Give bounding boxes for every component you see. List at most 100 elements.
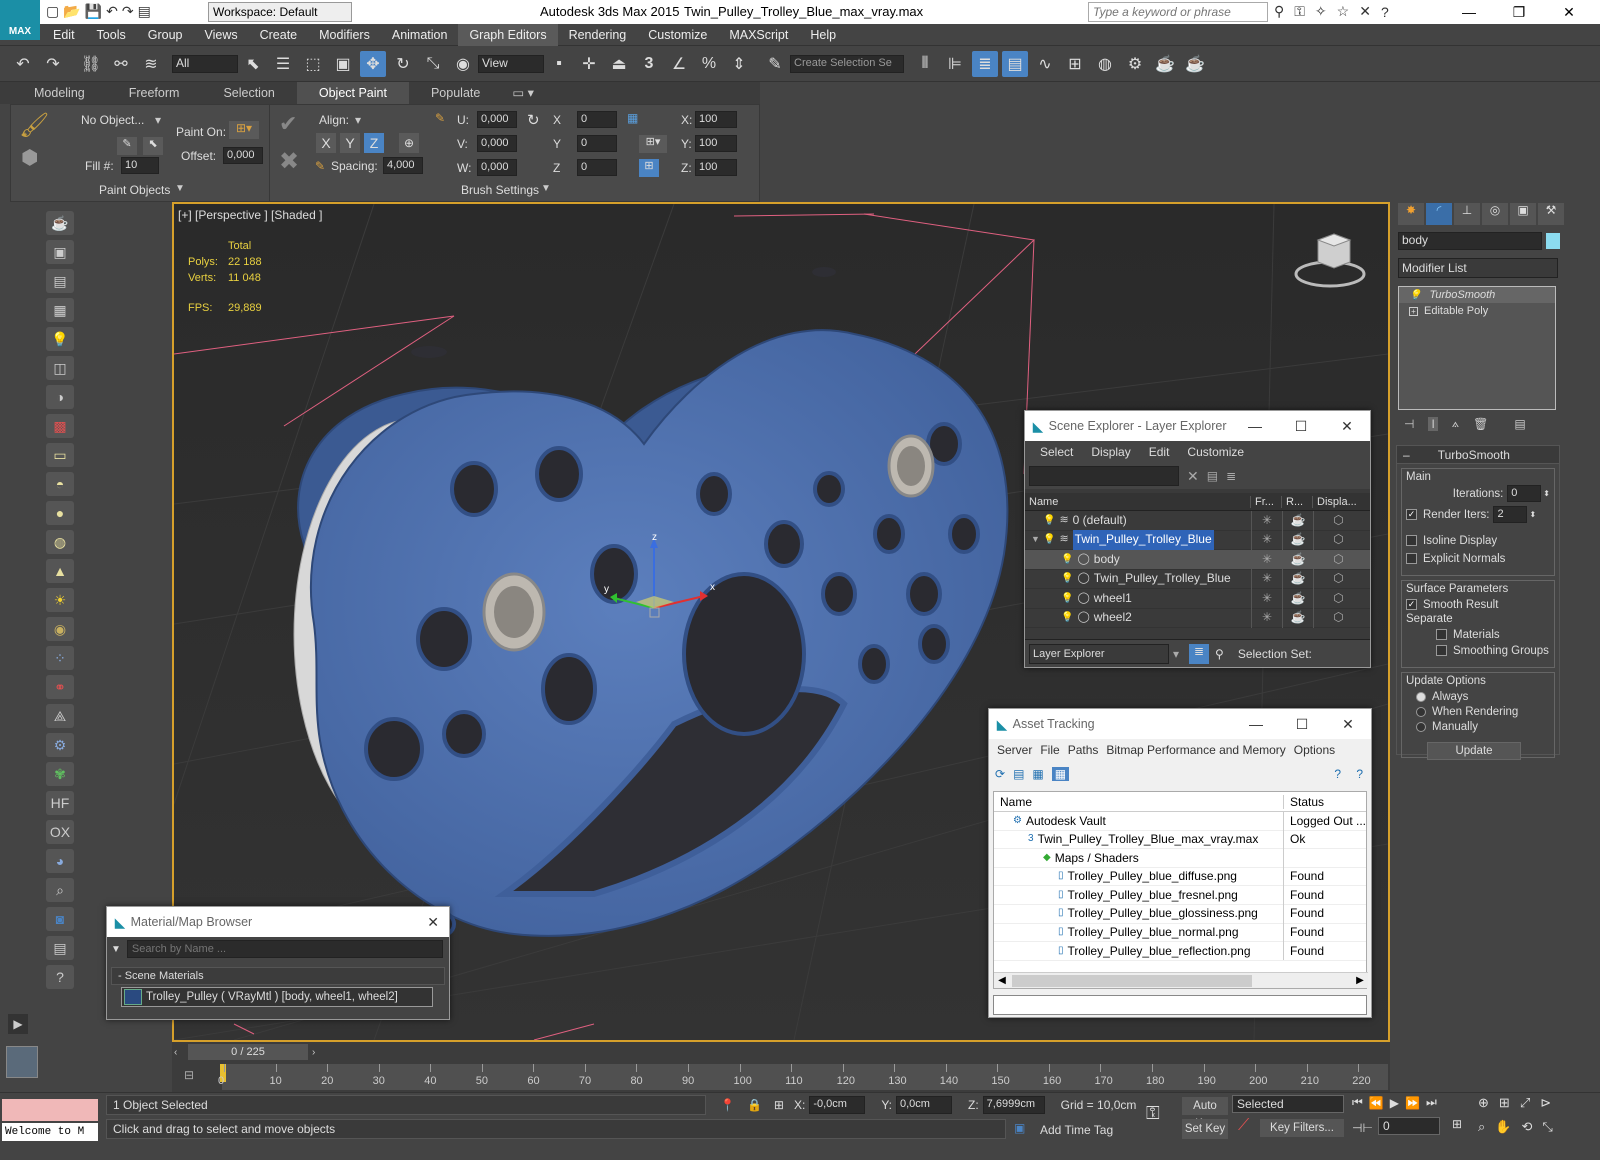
display-mode-icon[interactable]: ⬡ [1313,569,1363,589]
renderable-teapot-icon[interactable]: ☕ [1282,588,1313,608]
scale-y-spinner[interactable]: 100 [695,135,737,152]
visibility-bulb-icon[interactable]: 💡 [1061,569,1073,589]
time-slider-next-icon[interactable]: › [312,1047,326,1058]
grid-icon[interactable]: ▦ [46,298,74,322]
move-icon[interactable]: ✥ [360,50,386,77]
key-filters-button[interactable]: Key Filters... [1260,1119,1344,1137]
fill-spinner[interactable]: 10 [121,157,159,174]
scene-menu-display[interactable]: Display [1082,445,1139,459]
scale-mode-icon[interactable]: ⊞▾ [639,135,667,153]
scale-x-spinner[interactable]: 100 [695,111,737,128]
workspace-dropdown[interactable]: Workspace: Default [208,2,352,22]
renderable-teapot-icon[interactable]: ☕ [1282,549,1313,569]
scene-explorer-icon[interactable]: ▤ [1002,50,1028,77]
key-mode-icon[interactable]: ⚿ [1146,1103,1160,1124]
paint-brush-icon[interactable]: 🖌 [19,111,55,141]
materials-checkbox[interactable] [1436,629,1447,641]
track-bar-filter-icon[interactable]: ⊟ [184,1068,194,1082]
angle-snap-icon[interactable]: ∠ [666,51,692,77]
render-production-icon[interactable]: ☕ [1182,51,1208,77]
asset-path-field[interactable] [993,995,1367,1015]
minimize-icon[interactable]: — [1444,4,1494,20]
x-exchange-icon[interactable]: ✕ [1359,3,1371,20]
asset-tracking-titlebar[interactable]: ◣ Asset Tracking — ☐ ✕ [989,709,1371,739]
x-coord-field[interactable]: -0,0cm [809,1096,866,1114]
pivot-center-icon[interactable]: ▪ [546,51,572,77]
absolute-mode-icon[interactable]: ⊞ [774,1098,784,1112]
smooth-result-checkbox[interactable]: ✓ [1406,599,1417,611]
orbit-icon[interactable]: ⟲ [1521,1119,1532,1135]
explorer-type-dropdown[interactable]: Layer Explorer [1029,643,1169,664]
renderable-teapot-icon[interactable]: ☕ [1282,608,1313,628]
key-icon[interactable]: ⚿ [1294,3,1305,20]
scale-icon[interactable]: ▦ [627,111,638,125]
column-render[interactable]: R... [1282,495,1313,508]
show-end-result-icon[interactable]: I [1428,416,1438,431]
menu-maxscript[interactable]: MAXScript [718,24,799,46]
tab-freeform[interactable]: Freeform [107,82,202,104]
table-view-icon[interactable]: ▦ [1032,767,1043,781]
display-mode-icon[interactable]: ⬡ [1313,530,1363,550]
document-icon[interactable]: ▤ [46,269,74,293]
remove-modifier-icon[interactable]: 🗑 [1473,417,1488,431]
freeze-snowflake-icon[interactable]: ✳ [1251,588,1282,608]
when-rendering-radio[interactable] [1416,706,1426,717]
asset-row[interactable]: ▯ Trolley_Pulley_blue_glossiness.png Found [994,904,1366,924]
grid-view-icon[interactable]: ▦ [1051,767,1070,781]
percent-snap-icon[interactable]: % [696,51,722,77]
render-icon[interactable]: ◙ [46,907,74,931]
place-icon[interactable]: ◉ [450,51,476,77]
key-mode-toggle-icon[interactable]: ⊣⊢ [1352,1121,1373,1135]
rotate-icon[interactable]: ↻ [390,51,416,77]
asset-horizontal-scrollbar[interactable]: ◀ ▶ [994,972,1368,988]
set-key-icon[interactable]: ⟋ [1238,1117,1249,1135]
help-circle-icon[interactable]: ? [46,965,74,989]
y-coord-field[interactable]: 0,0cm [896,1096,952,1114]
new-file-icon[interactable]: ▢ [46,3,59,20]
gear-cog-icon[interactable]: ⚙ [46,733,74,757]
modifier-list-dropdown[interactable]: Modifier List [1398,258,1558,278]
grass-icon[interactable]: ✾ [46,762,74,786]
open-file-icon[interactable]: 📂 [63,3,80,20]
settings-help-icon[interactable]: ? [1356,767,1363,781]
utilities-tab-icon[interactable]: ⚒ [1538,203,1564,225]
window-crossing-icon[interactable]: ▣ [330,51,356,77]
close-icon[interactable]: ✕ [427,914,439,931]
asset-menu-paths[interactable]: Paths [1064,743,1103,757]
time-slider[interactable]: 0 / 225 [188,1044,308,1060]
asset-row[interactable]: ▯ Trolley_Pulley_blue_diffuse.png Found [994,867,1366,887]
save-icon[interactable]: 💾 [85,3,102,20]
create-selection-set-dropdown[interactable]: Create Selection Se [790,54,904,73]
w-spinner[interactable]: 0,000 [477,159,517,176]
menu-create[interactable]: Create [249,24,309,46]
zoom-extents-icon[interactable]: ⊕ [1478,1095,1489,1111]
display-mode-icon[interactable]: ⬡ [1313,510,1363,530]
favorites-star-icon[interactable]: ☆ [1337,3,1350,20]
explicit-normals-checkbox[interactable] [1406,553,1417,565]
asset-column-name[interactable]: Name [994,794,1284,809]
auto-key-button[interactable]: Auto Key [1182,1097,1228,1130]
sun-icon[interactable]: ☀ [46,588,74,612]
pin-stack-icon[interactable]: ⊣ [1404,417,1414,431]
pick-list-icon[interactable]: ⬉ [143,137,163,155]
align-icon[interactable]: ⊫ [942,51,968,77]
selection-set-label[interactable]: Selection Set: [1238,647,1312,661]
visibility-bulb-icon[interactable]: 💡 [1043,530,1055,550]
subscription-icon[interactable]: ✧ [1315,3,1327,20]
make-unique-icon[interactable]: ⟑ [1452,416,1459,431]
material-item[interactable]: Trolley_Pulley ( VRayMtl ) [body, wheel1… [121,987,433,1007]
align-y-button[interactable]: Y [340,133,360,153]
expand-arrow-icon[interactable]: ▶ [8,1014,28,1034]
pan-hand-icon[interactable]: ✋ [1495,1119,1511,1135]
always-radio[interactable] [1416,691,1426,702]
add-layer-icon[interactable]: ▤ [1207,469,1218,483]
help-icon[interactable]: ? [1334,767,1341,781]
visibility-bulb-icon[interactable]: 💡 [1061,550,1073,570]
freeze-snowflake-icon[interactable]: ✳ [1251,569,1282,589]
half-sphere-icon[interactable]: ◑ [46,385,74,409]
globe-icon[interactable]: ◕ [46,849,74,873]
camera-icon[interactable]: ◫ [46,356,74,380]
rendered-frame-icon[interactable]: ☕ [1152,51,1178,77]
edit-named-sets-icon[interactable]: ✎ [762,51,788,77]
scene-materials-group[interactable]: - Scene Materials [111,967,445,985]
